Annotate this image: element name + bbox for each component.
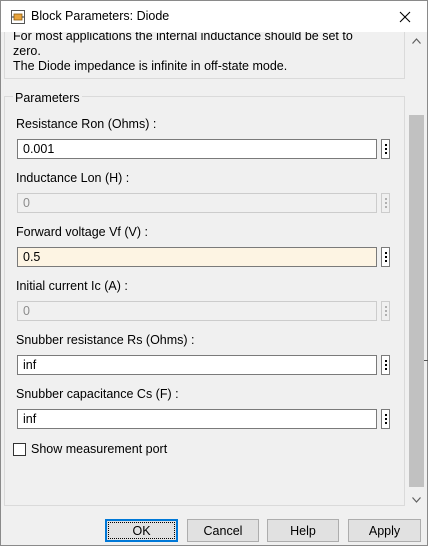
cancel-button[interactable]: Cancel xyxy=(187,519,259,542)
vertical-scrollbar[interactable] xyxy=(408,32,425,508)
ok-button[interactable]: OK xyxy=(105,519,178,542)
inductance-lon-menu-button xyxy=(381,193,390,213)
initial-current-menu-button xyxy=(381,301,390,321)
description-line: The Diode impedance is infinite in off-s… xyxy=(13,59,288,73)
dot-icon xyxy=(384,148,387,150)
close-button[interactable] xyxy=(383,1,427,32)
close-icon xyxy=(399,11,411,22)
inductance-lon-input xyxy=(17,193,377,213)
dot-icon xyxy=(384,198,387,200)
dot-icon xyxy=(384,260,387,262)
resistance-ron-menu-button[interactable] xyxy=(381,139,390,159)
apply-button[interactable]: Apply xyxy=(348,519,421,542)
title-bar[interactable]: Block Parameters: Diode xyxy=(1,1,427,32)
show-measurement-port-row[interactable]: Show measurement port xyxy=(13,441,167,457)
help-button[interactable]: Help xyxy=(267,519,339,542)
dot-icon xyxy=(384,418,387,420)
description-panel: For most applications the internal induc… xyxy=(4,32,405,79)
dot-icon xyxy=(384,368,387,370)
initial-current-label: Initial current Ic (A) : xyxy=(16,279,128,293)
description-line: zero. xyxy=(13,44,41,58)
forward-voltage-label: Forward voltage Vf (V) : xyxy=(16,225,148,239)
button-bar: OK Cancel Help Apply xyxy=(1,508,427,545)
forward-voltage-menu-button[interactable] xyxy=(381,247,390,267)
help-button-label: Help xyxy=(290,523,316,538)
description-line: For most applications the internal induc… xyxy=(13,32,353,43)
dot-icon xyxy=(384,252,387,254)
dot-icon xyxy=(384,314,387,316)
show-measurement-port-label: Show measurement port xyxy=(31,442,168,456)
parameters-group: Parameters Resistance Ron (Ohms) : Induc… xyxy=(4,91,405,506)
snubber-capacitance-menu-button[interactable] xyxy=(381,409,390,429)
cancel-button-label: Cancel xyxy=(203,523,243,538)
simulink-block-icon xyxy=(11,10,25,24)
chevron-down-icon xyxy=(412,496,421,503)
dot-icon xyxy=(384,310,387,312)
resistance-ron-label: Resistance Ron (Ohms) : xyxy=(16,117,157,131)
initial-current-input xyxy=(17,301,377,321)
resistance-ron-input[interactable] xyxy=(17,139,377,159)
dot-icon xyxy=(384,360,387,362)
snubber-resistance-label: Snubber resistance Rs (Ohms) : xyxy=(16,333,195,347)
dot-icon xyxy=(384,364,387,366)
scroll-down-button[interactable] xyxy=(408,491,425,508)
dot-icon xyxy=(384,256,387,258)
dot-icon xyxy=(384,414,387,416)
dot-icon xyxy=(384,152,387,154)
dot-icon xyxy=(384,206,387,208)
dot-icon xyxy=(384,144,387,146)
window-title: Block Parameters: Diode xyxy=(31,9,170,23)
scroll-thumb[interactable] xyxy=(409,115,424,487)
show-measurement-port-checkbox[interactable] xyxy=(13,442,26,456)
inductance-lon-label: Inductance Lon (H) : xyxy=(16,171,130,185)
background-edge xyxy=(424,360,428,361)
parameters-legend: Parameters xyxy=(13,91,82,105)
chevron-up-icon xyxy=(412,37,421,44)
snubber-capacitance-input[interactable] xyxy=(17,409,377,429)
forward-voltage-input[interactable] xyxy=(17,247,377,267)
ok-button-label: OK xyxy=(132,523,151,538)
dialog-window: Block Parameters: Diode For most applica… xyxy=(0,0,428,546)
snubber-resistance-input[interactable] xyxy=(17,355,377,375)
scroll-up-button[interactable] xyxy=(408,32,425,49)
dialog-content: For most applications the internal induc… xyxy=(1,32,408,508)
dot-icon xyxy=(384,422,387,424)
dot-icon xyxy=(384,202,387,204)
dot-icon xyxy=(384,306,387,308)
apply-button-label: Apply xyxy=(368,523,401,538)
snubber-capacitance-label: Snubber capacitance Cs (F) : xyxy=(16,387,179,401)
snubber-resistance-menu-button[interactable] xyxy=(381,355,390,375)
